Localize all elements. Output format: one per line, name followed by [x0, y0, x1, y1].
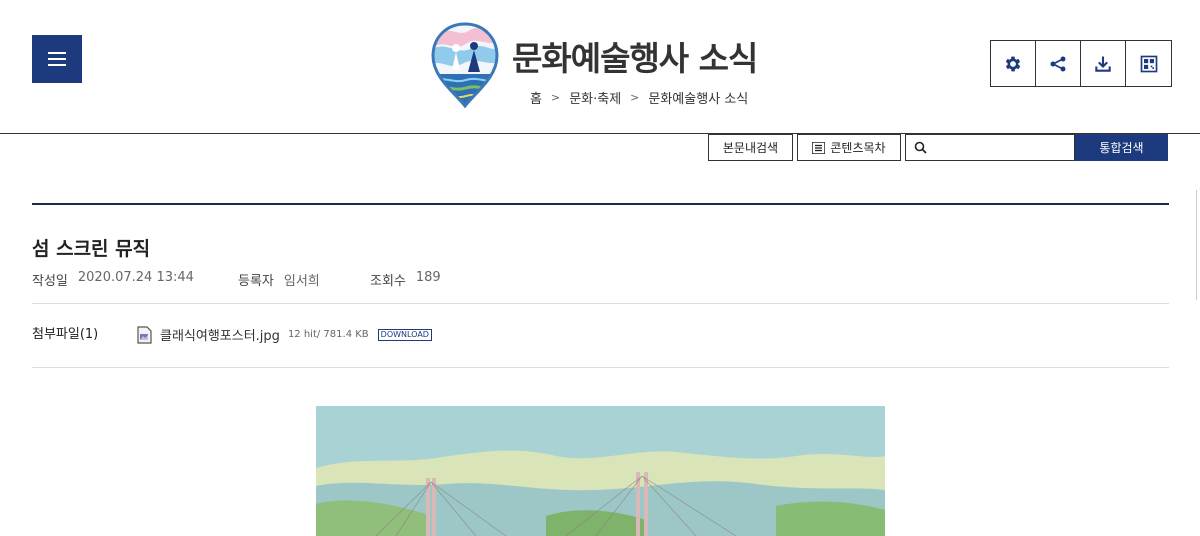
search-field	[905, 134, 1075, 161]
breadcrumb: 홈 > 문화·축제 > 문화예술행사 소식	[530, 88, 748, 107]
post-title: 섬 스크린 뮤직	[32, 238, 151, 260]
attachment-label: 첨부파일(1)	[32, 327, 99, 342]
divider	[32, 303, 1169, 304]
attachment-file-link[interactable]: 클래식여행포스터.jpg	[160, 325, 280, 344]
site-logo	[431, 22, 499, 108]
qr-code-button[interactable]	[1126, 41, 1171, 86]
image-file-icon	[137, 325, 152, 344]
poster-image	[316, 406, 885, 536]
qr-code-icon	[1140, 55, 1157, 72]
author-value: 임서희	[283, 274, 320, 289]
download-icon	[1095, 56, 1111, 72]
author-label: 등록자	[238, 274, 274, 289]
share-button[interactable]	[1036, 41, 1081, 86]
date-value: 2020.07.24 13:44	[77, 270, 194, 285]
hamburger-menu-icon	[48, 52, 66, 66]
divider	[32, 367, 1169, 368]
site-header: 문화예술행사 소식 홈 > 문화·축제 > 문화예술행사 소식	[0, 0, 1200, 134]
breadcrumb-current[interactable]: 문화예술행사 소식	[648, 88, 748, 107]
settings-button[interactable]	[991, 41, 1036, 86]
scrollbar-track[interactable]	[1196, 190, 1197, 300]
page-title: 문화예술행사 소식	[512, 39, 758, 78]
search-input[interactable]	[933, 137, 1073, 158]
search-bar: 본문내검색 콘텐츠목차 통합검색	[708, 134, 1168, 161]
views-label: 조회수	[370, 274, 406, 289]
breadcrumb-culture[interactable]: 문화·축제	[569, 88, 621, 107]
chevron-right-icon: >	[630, 91, 640, 104]
download-button[interactable]	[1081, 41, 1126, 86]
post-meta: 작성일 2020.07.24 13:44 등록자 임서희 조회수 189	[32, 270, 441, 289]
list-icon	[812, 141, 826, 154]
article-top-rule	[32, 203, 1169, 205]
views-value: 189	[415, 270, 441, 285]
date-label: 작성일	[32, 274, 68, 289]
utility-toolbar	[990, 40, 1172, 87]
brand: 문화예술행사 소식 홈 > 문화·축제 > 문화예술행사 소식	[430, 20, 790, 110]
attachment-item: 클래식여행포스터.jpg 12 hit/ 781.4 KB DOWNLOAD	[136, 325, 432, 344]
share-icon	[1050, 56, 1066, 71]
toc-label: 콘텐츠목차	[830, 141, 886, 155]
chevron-right-icon: >	[550, 91, 561, 104]
toc-button[interactable]: 콘텐츠목차	[797, 134, 901, 161]
attachment-file-info: 12 hit/ 781.4 KB	[287, 329, 369, 340]
integrated-search-button[interactable]: 통합검색	[1075, 134, 1168, 161]
menu-button[interactable]	[32, 35, 82, 83]
breadcrumb-home[interactable]: 홈	[530, 88, 542, 107]
search-icon	[914, 141, 927, 154]
gear-icon	[1005, 56, 1021, 71]
download-badge[interactable]: DOWNLOAD	[377, 328, 432, 341]
content-search-button[interactable]: 본문내검색	[708, 134, 793, 161]
